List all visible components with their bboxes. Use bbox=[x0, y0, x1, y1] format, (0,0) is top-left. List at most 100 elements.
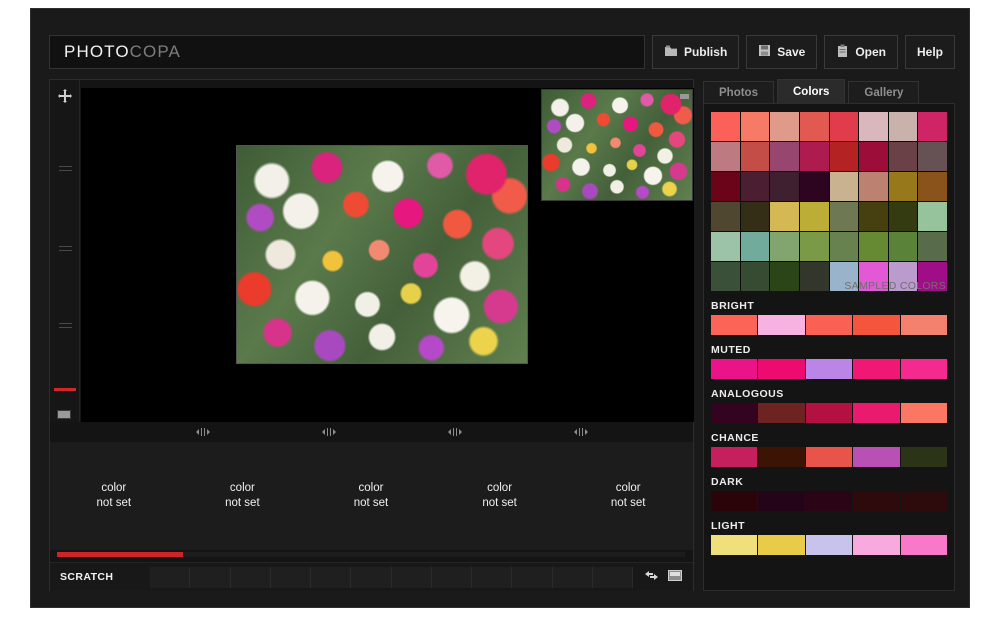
sampled-color-swatch[interactable] bbox=[711, 262, 740, 291]
slot-divider-handle-1[interactable] bbox=[195, 426, 211, 437]
rail-tick-3[interactable] bbox=[59, 323, 72, 328]
slot-divider-handle-2[interactable] bbox=[321, 426, 337, 437]
palette-swatch[interactable] bbox=[711, 403, 758, 423]
color-slot[interactable]: color not set bbox=[50, 442, 179, 550]
color-slot[interactable]: color not set bbox=[436, 442, 565, 550]
sampled-color-swatch[interactable] bbox=[888, 172, 918, 201]
filmstrip-icon[interactable] bbox=[57, 410, 71, 419]
palette-swatch[interactable] bbox=[805, 403, 853, 423]
scratch-cell[interactable] bbox=[230, 566, 271, 588]
palette-swatch[interactable] bbox=[805, 315, 853, 335]
scratch-cell[interactable] bbox=[311, 566, 352, 588]
scratch-cell[interactable] bbox=[512, 566, 553, 588]
palette-swatch[interactable] bbox=[758, 535, 805, 555]
sampled-color-swatch[interactable] bbox=[829, 172, 859, 201]
sampled-color-swatch[interactable] bbox=[799, 202, 829, 231]
sampled-color-swatch[interactable] bbox=[829, 262, 859, 291]
palette-swatch[interactable] bbox=[711, 491, 758, 511]
palette-swatch[interactable] bbox=[805, 535, 853, 555]
palette-swatch[interactable] bbox=[900, 403, 948, 423]
main-photo[interactable] bbox=[236, 145, 528, 364]
color-slot[interactable]: color not set bbox=[179, 442, 308, 550]
palette-swatch[interactable] bbox=[900, 315, 948, 335]
palette-swatch[interactable] bbox=[853, 359, 900, 379]
scratch-cell[interactable] bbox=[391, 566, 432, 588]
sampled-color-swatch[interactable] bbox=[799, 262, 829, 291]
palette-swatch[interactable] bbox=[853, 491, 900, 511]
palette-swatch[interactable] bbox=[758, 491, 805, 511]
tab-photos[interactable]: Photos bbox=[703, 81, 774, 103]
rail-tick-2[interactable] bbox=[59, 246, 72, 251]
slot-divider-handle-4[interactable] bbox=[573, 426, 589, 437]
move-crosshair-icon[interactable] bbox=[57, 88, 73, 104]
sampled-color-swatch[interactable] bbox=[799, 172, 829, 201]
color-slot[interactable]: color not set bbox=[564, 442, 693, 550]
sampled-color-swatch[interactable] bbox=[918, 202, 947, 231]
sampled-color-swatch[interactable] bbox=[711, 202, 740, 231]
sampled-color-swatch[interactable] bbox=[770, 142, 799, 171]
scratch-cell[interactable] bbox=[592, 566, 633, 588]
sampled-color-swatch[interactable] bbox=[799, 142, 829, 171]
sampled-color-swatch[interactable] bbox=[859, 262, 888, 291]
sampled-color-swatch[interactable] bbox=[829, 142, 859, 171]
panel-toggle-icon[interactable] bbox=[668, 568, 682, 586]
sampled-color-swatch[interactable] bbox=[918, 262, 947, 291]
palette-swatch[interactable] bbox=[758, 359, 805, 379]
sampled-color-swatch[interactable] bbox=[859, 142, 888, 171]
palette-swatch[interactable] bbox=[758, 315, 805, 335]
palette-swatch[interactable] bbox=[805, 359, 853, 379]
palette-swatch[interactable] bbox=[900, 447, 948, 467]
sampled-color-swatch[interactable] bbox=[918, 232, 947, 261]
swap-arrows-icon[interactable] bbox=[644, 568, 659, 586]
sampled-color-swatch[interactable] bbox=[770, 232, 799, 261]
palette-swatch[interactable] bbox=[853, 447, 900, 467]
scratch-cell[interactable] bbox=[552, 566, 593, 588]
sampled-color-swatch[interactable] bbox=[740, 142, 770, 171]
publish-button[interactable]: Publish bbox=[651, 35, 740, 69]
palette-swatch[interactable] bbox=[711, 535, 758, 555]
sampled-color-swatch[interactable] bbox=[888, 202, 918, 231]
sampled-color-swatch[interactable] bbox=[859, 202, 888, 231]
palette-swatch[interactable] bbox=[758, 403, 805, 423]
open-button[interactable]: Open bbox=[824, 35, 898, 69]
sampled-color-swatch[interactable] bbox=[770, 112, 799, 141]
sampled-color-swatch[interactable] bbox=[770, 172, 799, 201]
scratch-cell[interactable] bbox=[472, 566, 513, 588]
scratch-cell[interactable] bbox=[270, 566, 311, 588]
sampled-color-swatch[interactable] bbox=[770, 262, 799, 291]
scratch-cell[interactable] bbox=[431, 566, 472, 588]
sampled-color-swatch[interactable] bbox=[711, 172, 740, 201]
sampled-color-swatch[interactable] bbox=[740, 172, 770, 201]
sampled-color-swatch[interactable] bbox=[740, 112, 770, 141]
sampled-color-swatch[interactable] bbox=[711, 232, 740, 261]
thumbnail-resize-grip[interactable] bbox=[680, 94, 689, 99]
palette-swatch[interactable] bbox=[805, 447, 853, 467]
save-button[interactable]: Save bbox=[746, 35, 818, 69]
tab-colors[interactable]: Colors bbox=[776, 79, 846, 103]
image-canvas[interactable] bbox=[81, 88, 694, 422]
sampled-color-swatch[interactable] bbox=[888, 112, 918, 141]
palette-swatch[interactable] bbox=[805, 491, 853, 511]
sampled-color-swatch[interactable] bbox=[888, 142, 918, 171]
photo-thumbnail[interactable] bbox=[541, 89, 693, 201]
sampled-color-swatch[interactable] bbox=[829, 112, 859, 141]
slot-divider-handle-3[interactable] bbox=[447, 426, 463, 437]
sampled-color-swatch[interactable] bbox=[829, 232, 859, 261]
sampled-color-swatch[interactable] bbox=[740, 262, 770, 291]
sampled-color-swatch[interactable] bbox=[799, 112, 829, 141]
sampled-color-swatch[interactable] bbox=[711, 142, 740, 171]
sampled-color-swatch[interactable] bbox=[888, 232, 918, 261]
sampled-color-swatch[interactable] bbox=[770, 202, 799, 231]
palette-swatch[interactable] bbox=[853, 535, 900, 555]
palette-swatch[interactable] bbox=[900, 535, 948, 555]
palette-swatch[interactable] bbox=[758, 447, 805, 467]
sampled-color-swatch[interactable] bbox=[918, 172, 947, 201]
palette-swatch[interactable] bbox=[853, 403, 900, 423]
sampled-color-swatch[interactable] bbox=[859, 232, 888, 261]
sampled-color-swatch[interactable] bbox=[918, 142, 947, 171]
help-button[interactable]: Help bbox=[904, 35, 955, 69]
scratch-cell[interactable] bbox=[190, 566, 231, 588]
sampled-color-swatch[interactable] bbox=[859, 112, 888, 141]
palette-swatch[interactable] bbox=[711, 315, 758, 335]
sampled-color-swatch[interactable] bbox=[711, 112, 740, 141]
